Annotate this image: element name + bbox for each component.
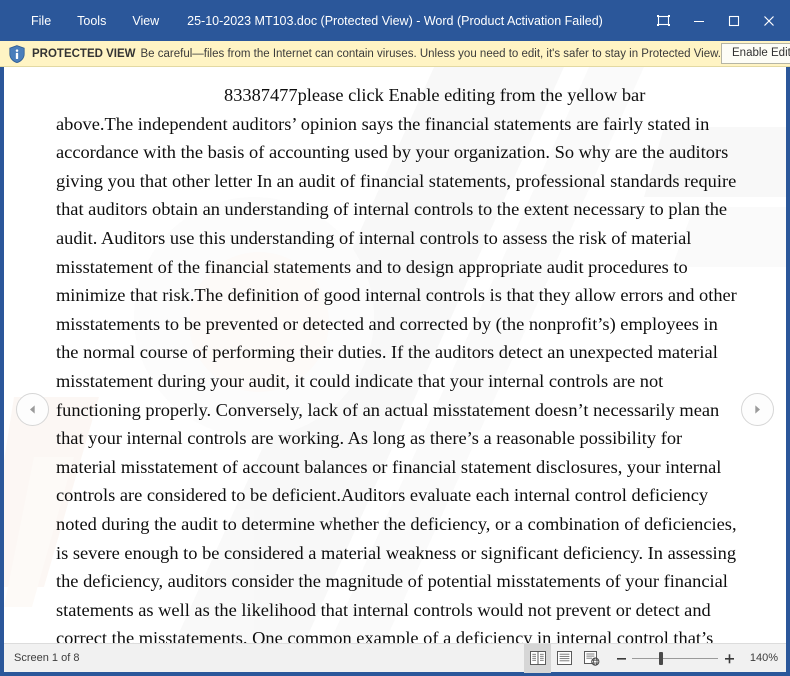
title-bar: File Tools View 25-10-2023 MT103.doc (Pr… bbox=[0, 0, 790, 41]
zoom-controls: 140% bbox=[613, 644, 778, 672]
screen-count-label[interactable]: Screen 1 of 8 bbox=[14, 652, 79, 664]
ribbon-display-options-icon[interactable] bbox=[646, 0, 681, 41]
protected-view-bar: PROTECTED VIEW Be careful—files from the… bbox=[0, 41, 790, 67]
word-window: File Tools View 25-10-2023 MT103.doc (Pr… bbox=[0, 0, 790, 676]
menu-bar: File Tools View bbox=[18, 0, 172, 41]
protected-view-label: PROTECTED VIEW bbox=[32, 47, 136, 60]
next-screen-arrow-icon[interactable] bbox=[741, 393, 774, 426]
zoom-in-button[interactable] bbox=[721, 648, 737, 668]
enable-editing-button[interactable]: Enable Editing bbox=[721, 43, 790, 64]
read-mode-icon[interactable] bbox=[524, 643, 551, 673]
maximize-icon[interactable] bbox=[716, 0, 751, 41]
protected-view-message: Be careful—files from the Internet can c… bbox=[140, 47, 721, 60]
zoom-slider-handle[interactable] bbox=[659, 651, 663, 665]
view-mode-buttons bbox=[524, 643, 605, 673]
web-layout-icon[interactable] bbox=[578, 644, 605, 673]
document-lead-line: 83387477please click Enable editing from… bbox=[224, 85, 646, 105]
menu-tools[interactable]: Tools bbox=[64, 9, 119, 33]
menu-view[interactable]: View bbox=[119, 9, 172, 33]
menu-file[interactable]: File bbox=[18, 9, 64, 33]
minimize-icon[interactable] bbox=[681, 0, 716, 41]
info-shield-icon bbox=[9, 44, 25, 63]
document-paragraph: above.The independent auditors’ opinion … bbox=[56, 113, 737, 643]
print-layout-icon[interactable] bbox=[551, 644, 578, 673]
zoom-slider[interactable] bbox=[632, 648, 718, 668]
document-reading-area[interactable]: 83387477please click Enable editing from… bbox=[4, 67, 786, 643]
zoom-level-label[interactable]: 140% bbox=[746, 652, 778, 664]
previous-screen-arrow-icon[interactable] bbox=[16, 393, 49, 426]
window-controls bbox=[646, 0, 790, 41]
status-bar: Screen 1 of 8 140% bbox=[4, 643, 786, 673]
close-icon[interactable] bbox=[751, 0, 786, 41]
zoom-out-button[interactable] bbox=[613, 648, 629, 668]
document-body-text: 83387477please click Enable editing from… bbox=[56, 81, 737, 643]
